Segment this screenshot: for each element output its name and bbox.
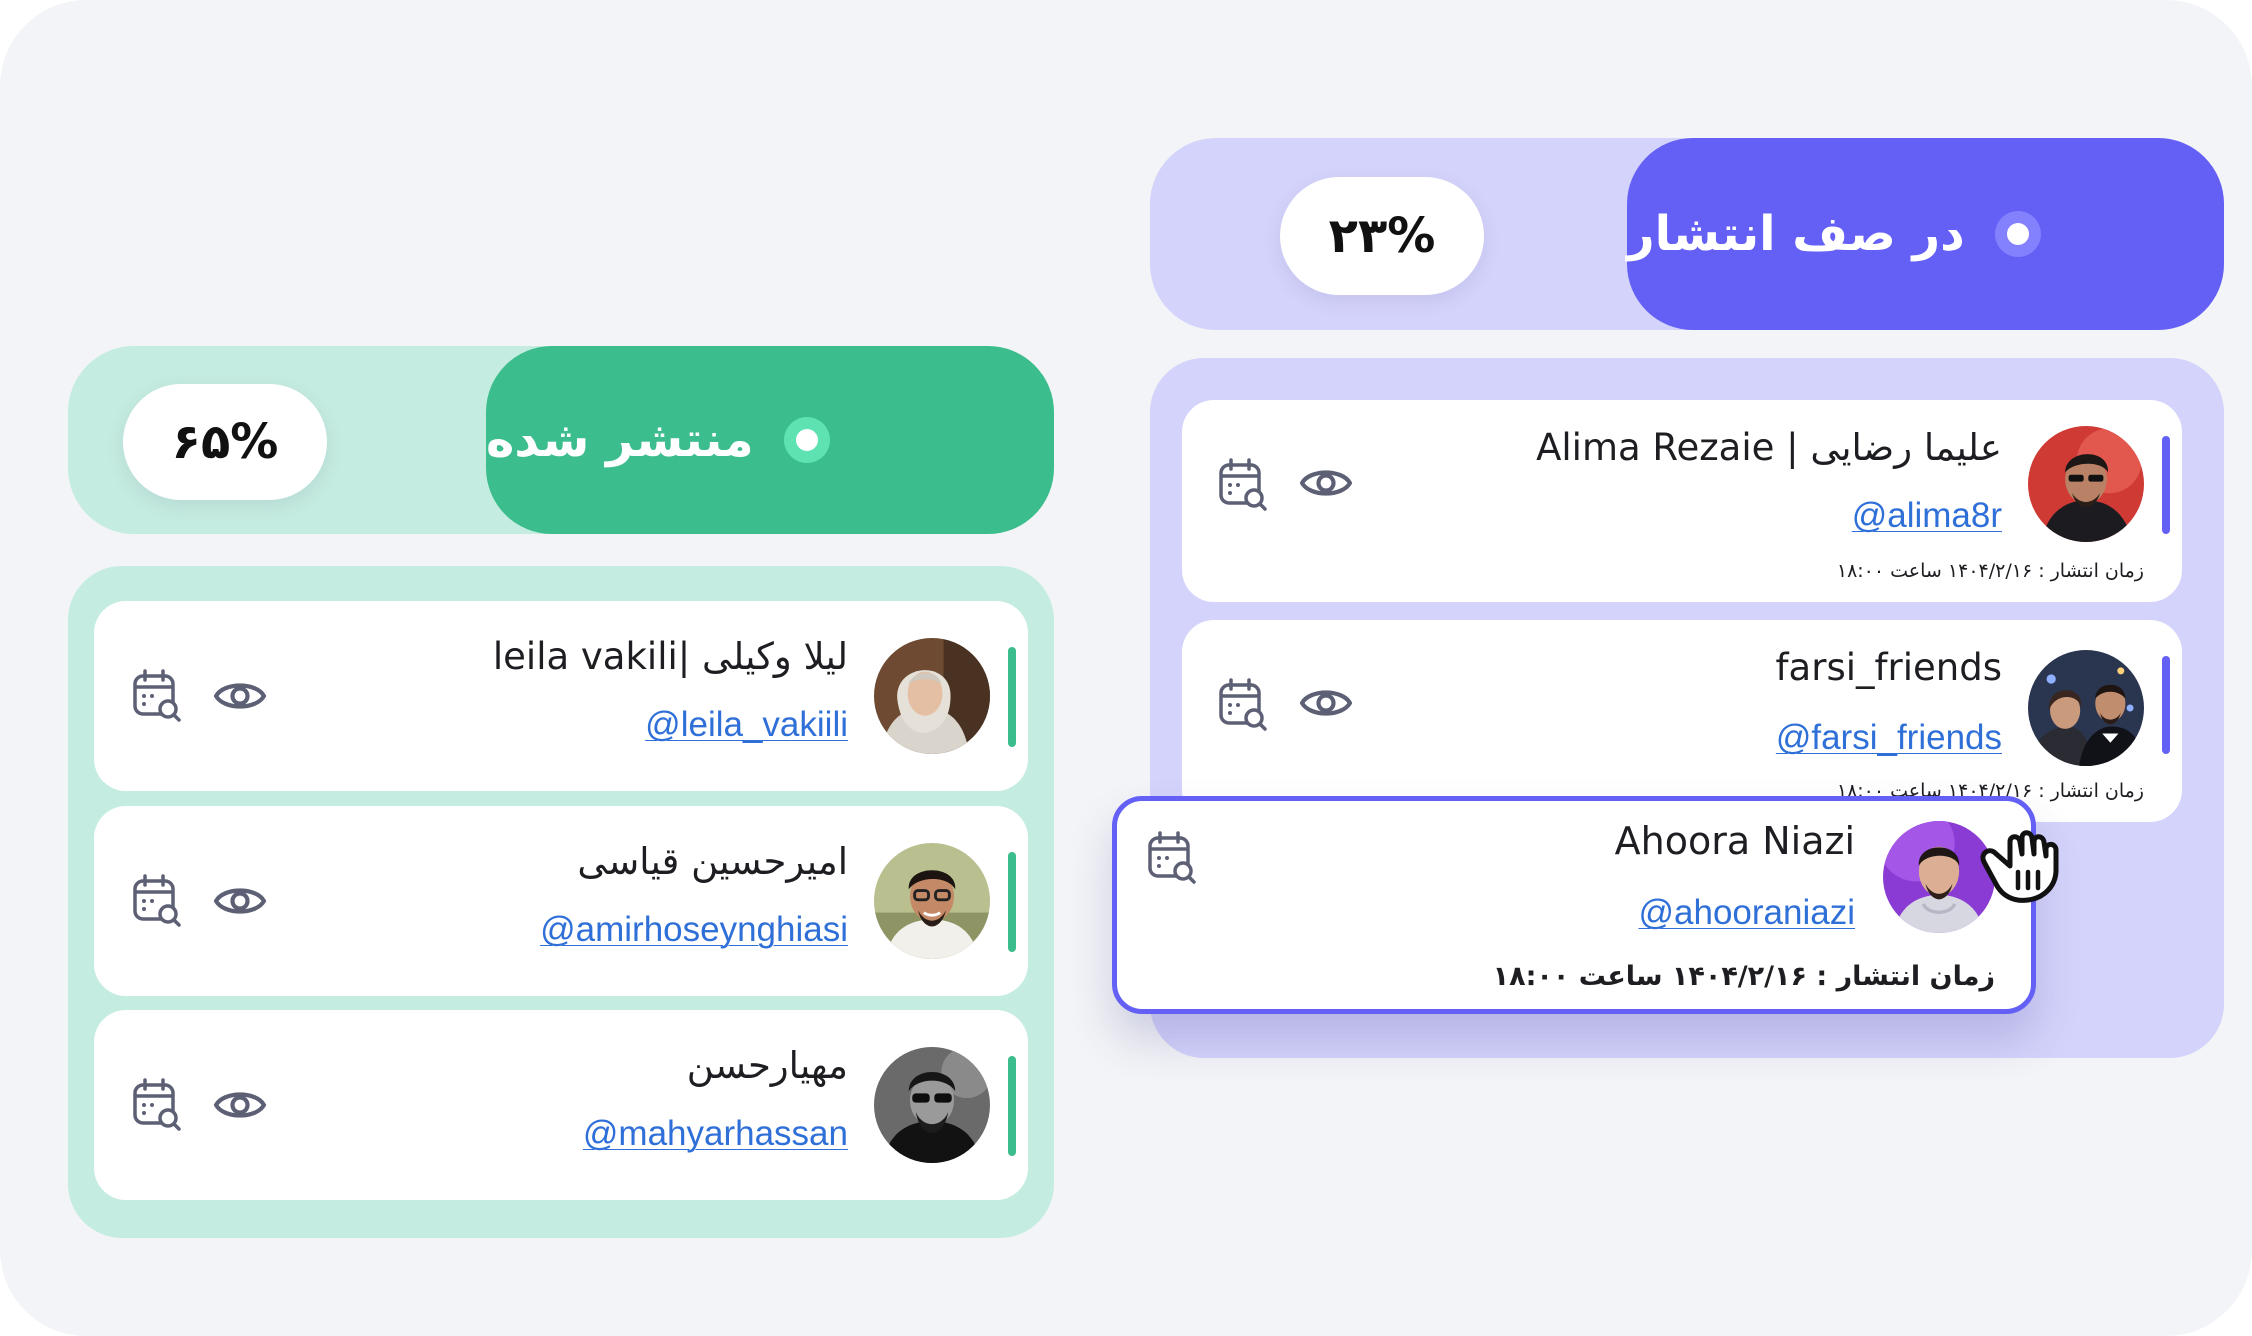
grab-hand-cursor-icon [1974,822,2066,908]
eye-icon[interactable] [1298,458,1354,508]
publish-schedule: زمان انتشار : ۱۴۰۴/۲/۱۶ ساعت ۱۸:۰۰ [1836,560,2144,582]
eye-icon[interactable] [212,876,268,926]
calendar-search-icon[interactable] [1147,831,1197,885]
influencer-handle[interactable]: @leila_vakiili [645,705,848,745]
avatar [2028,426,2144,542]
queue-percent-chip: ۲۳% [1280,177,1484,295]
card-accent-bar [2162,436,2170,534]
published-card-1[interactable]: leila vakili| لیلا وکیلی @leila_vakiili [94,601,1028,791]
status-dot-icon [783,417,830,463]
influencer-name: مهیارحسن [686,1044,848,1087]
dragged-card[interactable]: Ahoora Niazi @ahooraniazi زمان انتشار : … [1112,796,2036,1014]
published-column-title: منتشر شده [486,412,754,468]
queue-card-2[interactable]: farsi_friends @farsi_friends زمان انتشار… [1182,620,2182,822]
influencer-name: Ahoora Niazi [1614,819,1855,863]
calendar-search-icon[interactable] [1218,678,1268,732]
influencer-name: Alima Rezaie | علیما رضایی [1536,426,2002,469]
calendar-search-icon[interactable] [132,1078,182,1132]
avatar [2028,650,2144,766]
influencer-handle[interactable]: @alima8r [1852,496,2002,536]
avatar [874,638,990,754]
influencer-handle[interactable]: @amirhoseynghiasi [540,910,848,950]
published-column-title-pill[interactable]: منتشر شده [486,346,1054,534]
calendar-search-icon[interactable] [132,669,182,723]
influencer-name: امیرحسین قیاسی [577,840,848,883]
eye-icon[interactable] [1298,678,1354,728]
queue-column-title: در صف انتشار [1627,206,1965,262]
status-dot-icon [1994,211,2041,257]
publish-schedule: زمان انتشار : ۱۴۰۴/۲/۱۶ ساعت ۱۸:۰۰ [1492,961,1995,992]
avatar [874,843,990,959]
published-card-3[interactable]: مهیارحسن @mahyarhassan [94,1010,1028,1200]
influencer-name: leila vakili| لیلا وکیلی [492,635,848,678]
published-card-2[interactable]: امیرحسین قیاسی @amirhoseynghiasi [94,806,1028,996]
card-accent-bar [1008,1056,1016,1156]
card-accent-bar [1008,852,1016,952]
influencer-name: farsi_friends [1775,646,2002,689]
card-accent-bar [1008,647,1016,747]
published-percent: ۶۵% [171,414,279,470]
influencer-handle[interactable]: @ahooraniazi [1639,893,1856,933]
influencer-handle[interactable]: @farsi_friends [1776,718,2002,758]
queue-percent: ۲۳% [1328,208,1436,264]
queue-card-1[interactable]: Alima Rezaie | علیما رضایی @alima8r زمان… [1182,400,2182,602]
calendar-search-icon[interactable] [132,874,182,928]
eye-icon[interactable] [212,1080,268,1130]
queue-column-title-pill[interactable]: در صف انتشار [1627,138,2224,330]
eye-icon[interactable] [212,671,268,721]
published-percent-chip: ۶۵% [123,384,327,500]
board-canvas: ۲۳% در صف انتشار Alima Rezaie | علیما رض… [0,0,2252,1336]
card-accent-bar [2162,656,2170,754]
avatar [874,1047,990,1163]
calendar-search-icon[interactable] [1218,458,1268,512]
influencer-handle[interactable]: @mahyarhassan [583,1114,848,1154]
